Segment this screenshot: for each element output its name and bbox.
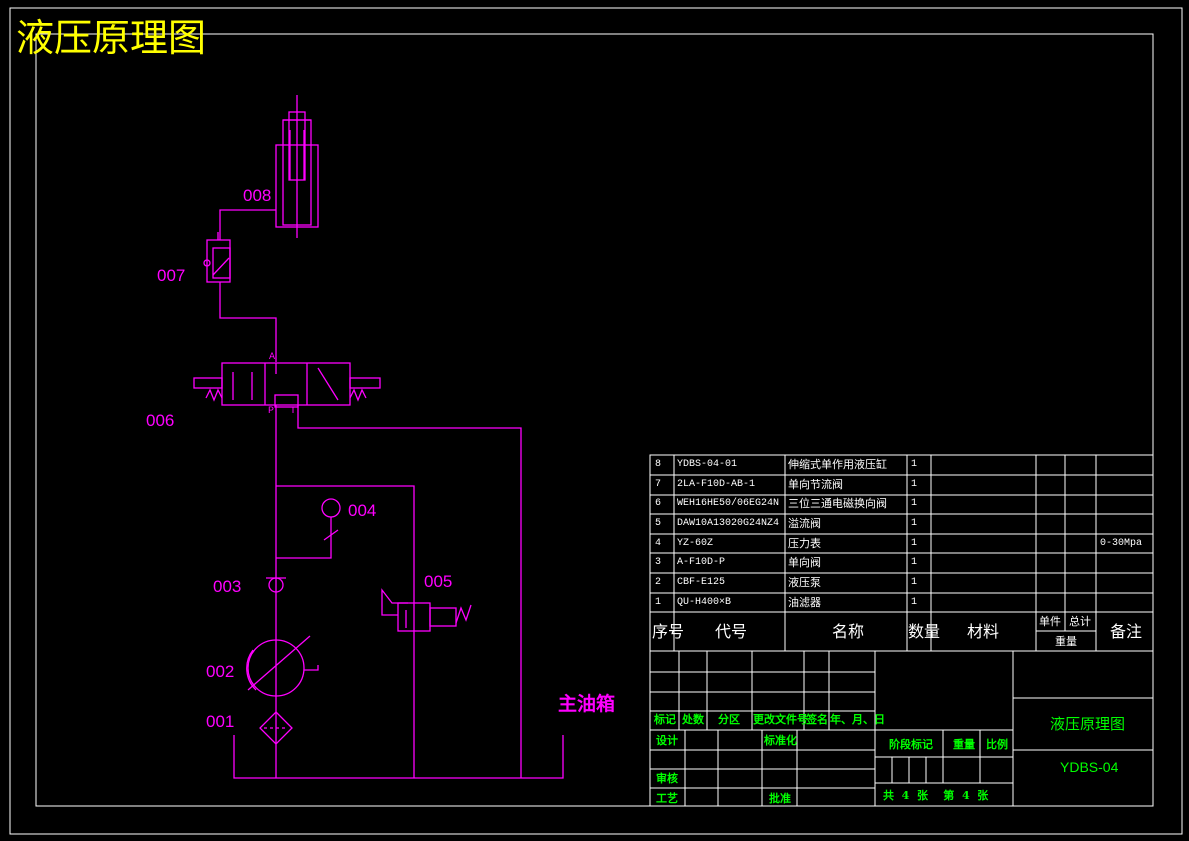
label-006: 006	[146, 411, 175, 430]
row-code: A-F10D-P	[677, 557, 726, 568]
label-001: 001	[206, 712, 235, 731]
row-qty: 1	[911, 459, 918, 470]
header-note: 备注	[1110, 622, 1143, 641]
row-no: 8	[655, 459, 662, 470]
row-name: 三位三通电磁换向阀	[788, 497, 887, 510]
tb-design: 设计	[656, 734, 678, 747]
row-code: CBF-E125	[677, 577, 726, 588]
row-code: 2LA-F10D-AB-1	[677, 479, 756, 490]
row-qty: 1	[911, 577, 918, 588]
tb-weight: 重量	[953, 738, 975, 751]
tb-change-doc: 更改文件号	[753, 713, 808, 726]
row-note: 0-30Mpa	[1100, 538, 1143, 549]
row-code: YDBS-04-01	[677, 459, 738, 470]
label-005: 005	[424, 572, 453, 591]
row-name: 伸缩式单作用液压缸	[788, 458, 887, 471]
label-002: 002	[206, 662, 235, 681]
directional-valve-symbol	[193, 362, 381, 408]
header-unit: 单件	[1039, 615, 1061, 628]
row-code: YZ-60Z	[677, 538, 714, 549]
header-total: 总计	[1069, 615, 1091, 628]
port-p: P	[268, 406, 275, 417]
tb-sheets: 共 4 张 第 4 张	[883, 789, 989, 802]
tb-mark: 标记	[654, 713, 676, 726]
row-qty: 1	[911, 597, 918, 608]
label-007: 007	[157, 266, 186, 285]
tb-standard: 标准化	[764, 734, 797, 747]
row-code: DAW10A13020G24NZ4	[677, 518, 780, 529]
port-t: T	[290, 406, 297, 417]
header-qty: 数量	[908, 622, 941, 641]
row-code: QU-H400×B	[677, 597, 732, 608]
label-008: 008	[243, 186, 272, 205]
header-code: 代号	[715, 622, 748, 641]
row-no: 4	[655, 538, 662, 549]
tank-label: 主油箱	[558, 693, 616, 715]
row-code: WEH16HE50/06EG24N	[677, 498, 780, 509]
row-no: 7	[655, 479, 662, 490]
row-name: 液压泵	[788, 576, 821, 589]
pressure-gauge-symbol	[321, 498, 341, 518]
port-a: A	[269, 352, 276, 363]
row-no: 5	[655, 518, 662, 529]
tb-stage: 阶段标记	[889, 738, 933, 751]
row-name: 压力表	[788, 537, 821, 550]
tb-approve: 批准	[769, 792, 791, 805]
tb-count: 处数	[682, 713, 704, 726]
relief-valve-symbol	[381, 588, 472, 632]
tank-symbol	[233, 735, 564, 779]
tb-sign: 签名	[806, 713, 828, 726]
row-name: 单向阀	[788, 556, 821, 569]
tb-review: 审核	[656, 772, 678, 785]
row-name: 单向节流阀	[788, 478, 843, 491]
row-qty: 1	[911, 498, 918, 509]
cylinder-symbol	[275, 95, 319, 238]
tb-date: 年、月、日	[830, 713, 885, 726]
row-no: 1	[655, 597, 662, 608]
tb-process: 工艺	[656, 792, 678, 805]
row-qty: 1	[911, 538, 918, 549]
row-no: 2	[655, 577, 662, 588]
tb-scale: 比例	[986, 738, 1008, 751]
row-no: 3	[655, 557, 662, 568]
tb-drawing-no: YDBS-04	[1060, 759, 1119, 775]
row-name: 溢流阀	[788, 517, 821, 530]
header-material: 材料	[967, 622, 1000, 641]
label-004: 004	[348, 501, 377, 520]
throttle-check-valve-symbol	[203, 232, 231, 283]
row-qty: 1	[911, 518, 918, 529]
tb-zone: 分区	[718, 713, 740, 726]
row-name: 油滤器	[788, 596, 821, 609]
header-weight: 重量	[1055, 635, 1077, 648]
header-name: 名称	[832, 622, 865, 641]
label-003: 003	[213, 577, 242, 596]
drawing-title: 液压原理图	[16, 16, 207, 60]
header-no: 序号	[652, 622, 685, 641]
tb-drawing-name: 液压原理图	[1050, 715, 1126, 733]
row-no: 6	[655, 498, 662, 509]
row-qty: 1	[911, 479, 918, 490]
row-qty: 1	[911, 557, 918, 568]
